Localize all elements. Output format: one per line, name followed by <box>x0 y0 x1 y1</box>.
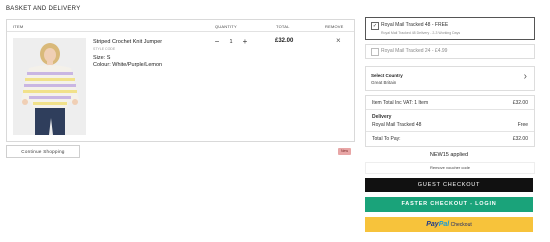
line-total: £32.00 <box>275 38 294 44</box>
country-value: Great Britain <box>371 80 397 85</box>
checkbox-checked-icon[interactable]: ✓ <box>371 22 379 30</box>
chevron-right-icon: › <box>523 71 527 82</box>
paypal-logo-pay: Pay <box>426 221 439 228</box>
header-item: ITEM <box>13 24 24 29</box>
product-code: STYLE CODE <box>93 47 116 51</box>
to-pay-label: Total To Pay: <box>372 136 401 142</box>
delivery-option-tracked-24[interactable]: Royal Mail Tracked 24 - £4.99 <box>365 44 535 59</box>
continue-shopping-button[interactable]: Continue Shopping <box>6 145 80 158</box>
page-title: BASKET AND DELIVERY <box>6 6 81 12</box>
delivery-option-label: Royal Mail Tracked 24 - £4.99 <box>381 48 448 54</box>
paypal-logo-pal: Pal <box>438 221 450 228</box>
product-photo-illustration <box>13 38 86 135</box>
basket-table: ITEM QUANTITY TOTAL REMOVE Striped Croch… <box>6 19 355 142</box>
quantity-stepper: − 1 + <box>212 37 250 47</box>
product-colour: Colour: White/Purple/Lemon <box>93 62 163 68</box>
country-label: Select Country <box>371 73 403 78</box>
table-header: ITEM QUANTITY TOTAL REMOVE <box>7 20 354 32</box>
promo-applied-text: NEW15 applied <box>429 152 469 158</box>
select-country[interactable]: Select Country Great Britain › <box>365 66 535 91</box>
paypal-checkout-label: Checkout <box>450 222 472 228</box>
divider <box>366 131 534 132</box>
delivery-option-sub: Royal Mail Tracked 48 Delivery - 2-3 Wor… <box>381 31 461 35</box>
delivery-method: Royal Mail Tracked 48 <box>372 122 422 128</box>
decrease-quantity-button[interactable]: − <box>212 37 222 47</box>
order-summary: Item Total Inc VAT: 1 Item £32.00 Delive… <box>365 95 535 147</box>
checkbox-empty-icon[interactable] <box>371 48 379 56</box>
product-image[interactable] <box>13 38 86 135</box>
product-name[interactable]: Striped Crochet Knit Jumper <box>93 39 162 45</box>
header-remove: REMOVE <box>325 24 344 29</box>
guest-checkout-button[interactable]: GUEST CHECKOUT <box>365 178 533 192</box>
paypal-checkout-button[interactable]: PayPal Checkout <box>365 217 533 232</box>
remove-item-icon[interactable]: × <box>336 36 341 45</box>
header-quantity: QUANTITY <box>215 24 237 29</box>
item-total-value: £32.00 <box>512 100 528 106</box>
quantity-value: 1 <box>229 39 233 45</box>
item-total-label: Item Total Inc VAT: 1 Item <box>372 100 429 106</box>
header-total: TOTAL <box>276 24 290 29</box>
faster-checkout-login-button[interactable]: FASTER CHECKOUT - LOGIN <box>365 197 533 212</box>
new-badge: New <box>338 148 351 155</box>
delivery-heading: Delivery <box>372 114 392 120</box>
product-size: Size: S <box>93 55 111 61</box>
delivery-option-tracked-48[interactable]: ✓ Royal Mail Tracked 48 - FREE Royal Mai… <box>365 17 535 40</box>
to-pay-value: £32.00 <box>512 136 528 142</box>
delivery-row: Royal Mail Tracked 48 Free <box>372 122 528 128</box>
item-total-row: Item Total Inc VAT: 1 Item £32.00 <box>372 100 528 106</box>
delivery-value: Free <box>517 122 528 128</box>
increase-quantity-button[interactable]: + <box>240 37 250 47</box>
basket-page: BASKET AND DELIVERY ITEM QUANTITY TOTAL … <box>0 0 550 242</box>
to-pay-row: Total To Pay: £32.00 <box>372 136 528 142</box>
divider <box>366 109 534 110</box>
delivery-option-label: Royal Mail Tracked 48 - FREE <box>381 22 449 28</box>
remove-voucher-button[interactable]: Remove voucher code <box>365 162 535 174</box>
